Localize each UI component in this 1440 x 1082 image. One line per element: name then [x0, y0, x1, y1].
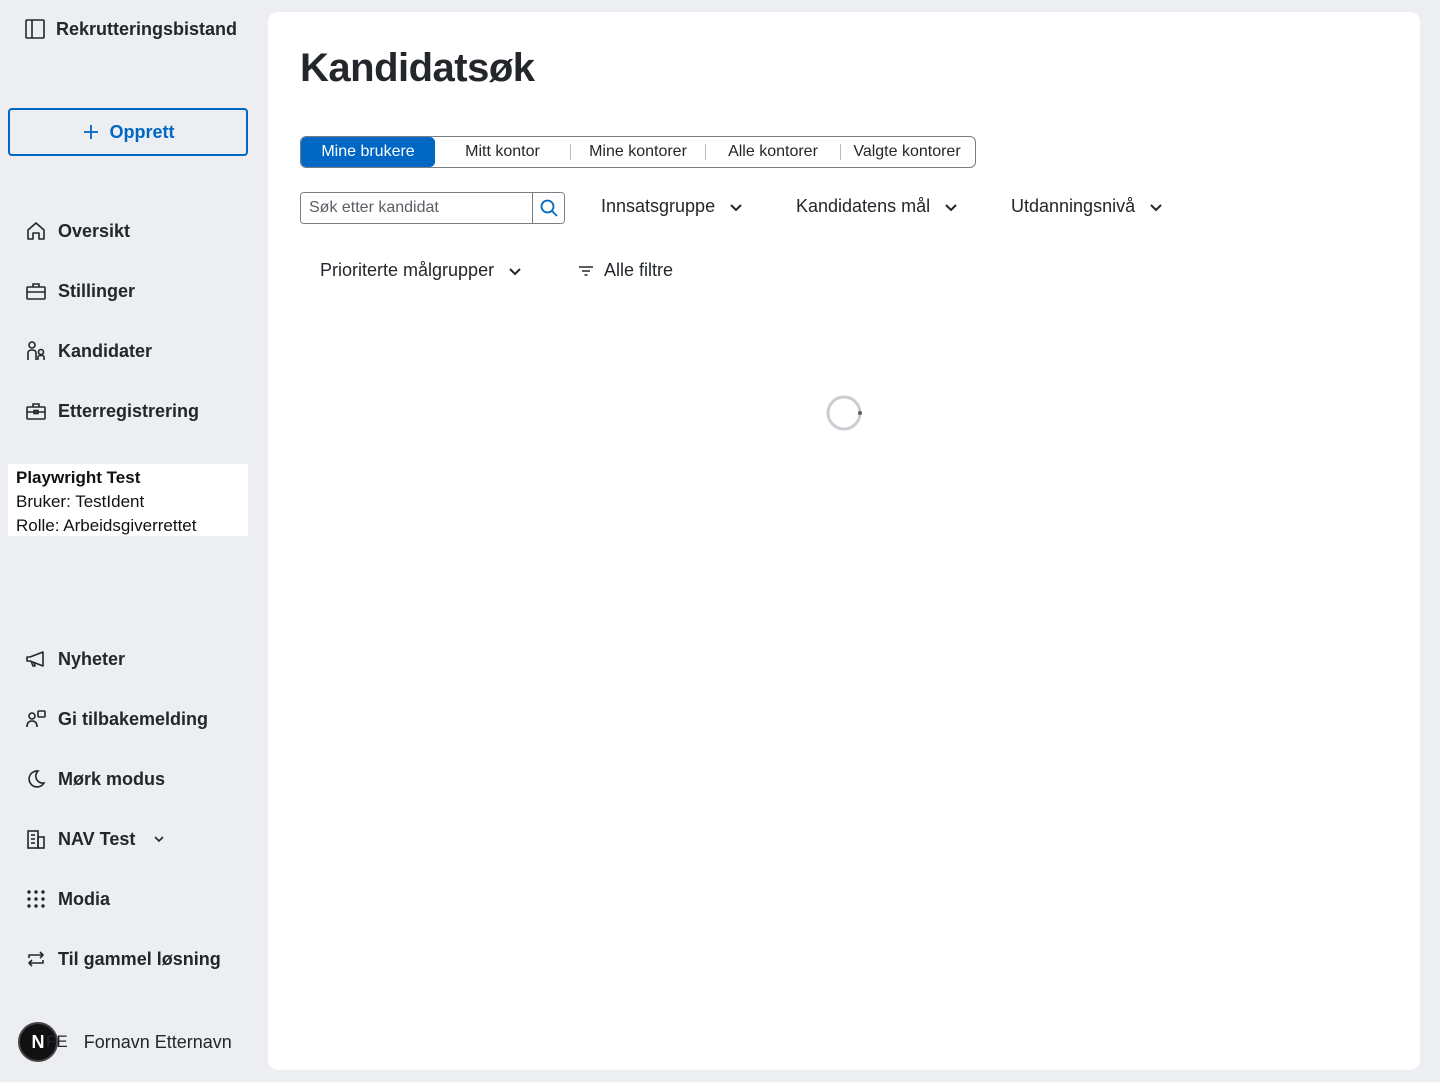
- sidebar-item-oversikt[interactable]: Oversikt: [24, 219, 130, 243]
- test-user-name: Playwright Test: [16, 468, 141, 487]
- house-icon: [24, 219, 48, 243]
- chevron-down-icon: [147, 827, 171, 851]
- create-button-label: Opprett: [109, 121, 175, 142]
- filter-prioriterte-malgrupper[interactable]: Prioriterte målgrupper: [320, 260, 524, 281]
- page-title: Kandidatsøk: [300, 46, 535, 90]
- briefcase-icon: [24, 279, 48, 303]
- filter-icon: [578, 263, 594, 279]
- plus-icon: [82, 123, 100, 141]
- sidebar-item-dark-mode[interactable]: Mørk modus: [24, 767, 165, 791]
- tab-valgte-kontorer[interactable]: Valgte kontorer: [841, 137, 973, 167]
- tab-mitt-kontor[interactable]: Mitt kontor: [435, 137, 570, 167]
- filter-label: Kandidatens mål: [796, 196, 931, 216]
- filter-label: Utdanningsnivå: [1011, 196, 1136, 216]
- briefcase-plus-icon: [24, 399, 48, 423]
- grid-dots-icon: [24, 887, 48, 911]
- sidebar-item-label: Etterregistrering: [58, 400, 200, 421]
- tab-mine-kontorer[interactable]: Mine kontorer: [571, 137, 705, 167]
- user-menu[interactable]: N FE Fornavn Etternavn: [18, 1022, 232, 1062]
- sidebar-item-label: Gi tilbakemelding: [58, 708, 209, 729]
- test-user-info: Playwright Test Bruker: TestIdent Rolle:…: [8, 464, 248, 536]
- app-brand[interactable]: Rekrutteringsbistand: [24, 18, 237, 40]
- user-name: Fornavn Etternavn: [83, 1031, 232, 1052]
- chevron-down-icon: [1147, 198, 1165, 216]
- sidebar-item-nav-office[interactable]: NAV Test: [24, 827, 171, 851]
- search-icon: [539, 198, 559, 218]
- tab-mine-brukere[interactable]: Mine brukere: [301, 137, 435, 167]
- chevron-down-icon: [727, 198, 745, 216]
- office-toggle-group: Mine brukere Mitt kontor Mine kontorer A…: [300, 136, 976, 168]
- filter-label: Innsatsgruppe: [601, 196, 716, 216]
- filter-label: Prioriterte målgrupper: [320, 260, 495, 280]
- create-button[interactable]: Opprett: [8, 108, 248, 156]
- search-input[interactable]: [301, 193, 532, 223]
- sidebar-item-modia[interactable]: Modia: [24, 887, 110, 911]
- building-icon: [24, 827, 48, 851]
- chevron-down-icon: [506, 262, 524, 280]
- sidebar-item-nyheter[interactable]: Nyheter: [24, 647, 125, 671]
- filter-innsatsgruppe[interactable]: Innsatsgruppe: [601, 196, 745, 217]
- tab-alle-kontorer[interactable]: Alle kontorer: [706, 137, 840, 167]
- sidebar-item-label: Til gammel løsning: [58, 948, 221, 969]
- filter-kandidatens-mal[interactable]: Kandidatens mål: [796, 196, 960, 217]
- main-content: Kandidatsøk Mine brukere Mitt kontor Min…: [268, 12, 1420, 1070]
- sidebar-item-etterregistrering[interactable]: Etterregistrering: [24, 399, 199, 423]
- sidebar-item-label: NAV Test: [58, 828, 136, 849]
- search-button[interactable]: [532, 193, 564, 223]
- all-filters-label: Alle filtre: [604, 260, 674, 280]
- all-filters-button[interactable]: Alle filtre: [578, 260, 673, 281]
- arrows-cycle-icon: [24, 947, 48, 971]
- sidebar-item-label: Kandidater: [58, 340, 153, 361]
- test-user-role: Rolle: Arbeidsgiverrettet: [16, 516, 197, 535]
- sidebar: Rekrutteringsbistand Opprett Oversikt St…: [0, 0, 268, 1082]
- sidebar-item-label: Oversikt: [58, 220, 131, 241]
- user-initials: FE: [46, 1032, 68, 1051]
- test-user-ident: Bruker: TestIdent: [16, 492, 145, 511]
- people-icon: [24, 339, 48, 363]
- sidebar-item-label: Mørk modus: [58, 768, 166, 789]
- loading-spinner: [825, 394, 863, 432]
- search-field: [300, 192, 565, 224]
- sidebar-item-label: Stillinger: [58, 280, 136, 301]
- sidebar-item-old-solution[interactable]: Til gammel løsning: [24, 947, 221, 971]
- sidebar-item-stillinger[interactable]: Stillinger: [24, 279, 135, 303]
- megaphone-icon: [24, 647, 48, 671]
- filter-utdanningsniva[interactable]: Utdanningsnivå: [1011, 196, 1165, 217]
- sidebar-item-label: Nyheter: [58, 648, 126, 669]
- sidebar-toggle-icon[interactable]: [24, 18, 46, 40]
- app-brand-label: Rekrutteringsbistand: [56, 18, 238, 39]
- feedback-icon: [24, 707, 48, 731]
- sidebar-item-feedback[interactable]: Gi tilbakemelding: [24, 707, 208, 731]
- sidebar-item-kandidater[interactable]: Kandidater: [24, 339, 152, 363]
- moon-icon: [24, 767, 48, 791]
- sidebar-item-label: Modia: [58, 888, 110, 909]
- chevron-down-icon: [942, 198, 960, 216]
